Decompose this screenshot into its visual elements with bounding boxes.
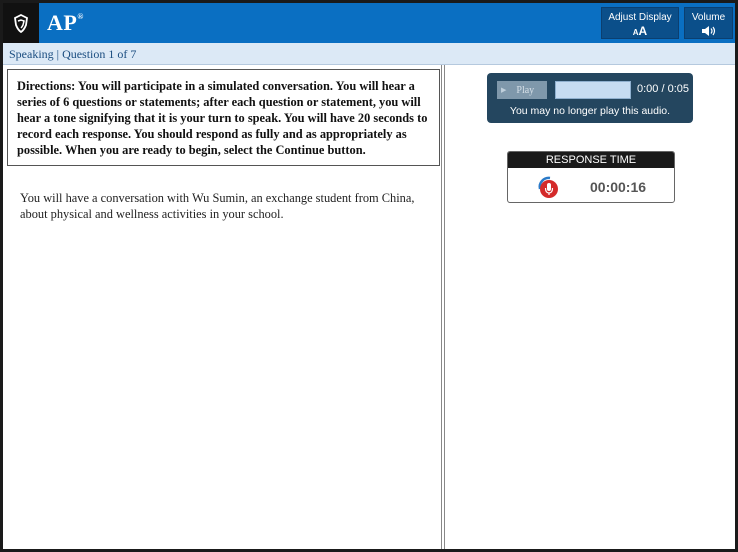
response-panel: ▶ Play 0:00 / 0:05 You may no longer pla… [445, 65, 735, 549]
response-time-value: 00:00:16 [590, 179, 647, 195]
ap-brand-text: AP [47, 10, 78, 35]
adjust-display-label: Adjust Display [608, 12, 672, 23]
ap-logo: AP® [47, 10, 84, 36]
audio-message: You may no longer play this audio. [509, 105, 671, 117]
adjust-display-button[interactable]: Adjust Display AA [601, 7, 679, 39]
play-icon: ▶ [501, 86, 507, 94]
play-label: Play [516, 84, 535, 96]
microphone-icon [538, 176, 558, 198]
audio-time: 0:00 / 0:05 [637, 83, 689, 95]
volume-label: Volume [691, 12, 726, 23]
response-time-title: RESPONSE TIME [508, 152, 674, 168]
question-status-bar: Speaking | Question 1 of 7 [3, 43, 735, 65]
college-board-acorn-icon [14, 13, 28, 33]
audio-player: ▶ Play 0:00 / 0:05 You may no longer pla… [487, 73, 693, 123]
directions-box: Directions: You will participate in a si… [7, 69, 440, 166]
stimulus-panel: Directions: You will participate in a si… [3, 65, 441, 549]
registered-mark: ® [77, 12, 84, 21]
app-window: AP® Adjust Display AA Volume Speaking | … [0, 0, 738, 552]
response-time-box: RESPONSE TIME 00:00:16 [507, 151, 675, 203]
question-progress-text: Speaking | Question 1 of 7 [9, 47, 137, 61]
college-board-logo [3, 3, 39, 43]
audio-progress-bar [555, 81, 631, 99]
speaker-icon [685, 25, 732, 39]
volume-button[interactable]: Volume [684, 7, 733, 39]
prompt-text: You will have a conversation with Wu Sum… [20, 191, 415, 221]
font-size-icon: AA [632, 24, 648, 38]
play-button[interactable]: ▶ Play [497, 81, 547, 99]
top-bar: AP® Adjust Display AA Volume [3, 3, 735, 43]
